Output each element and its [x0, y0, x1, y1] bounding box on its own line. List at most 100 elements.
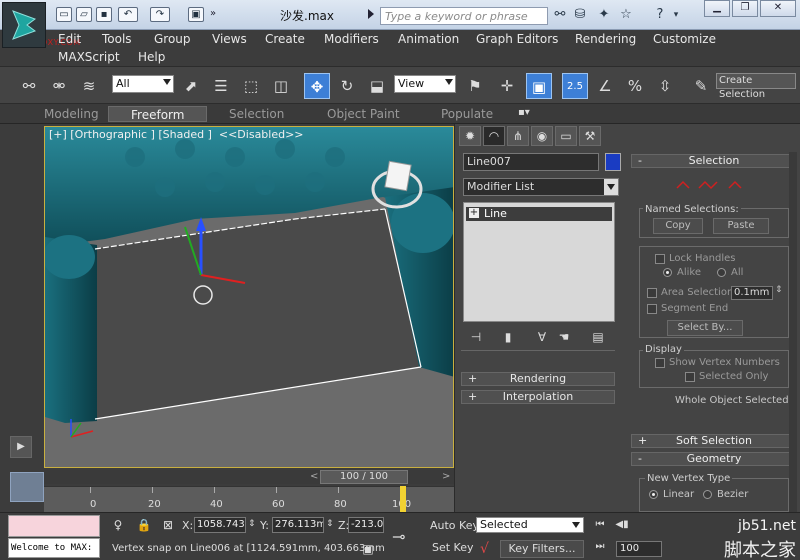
spinner-snap-icon[interactable]: ⇳ [652, 73, 678, 99]
favorites-star-icon[interactable]: ☆ [618, 7, 634, 23]
object-name-field[interactable]: Line007 [463, 153, 599, 171]
area-selection-spinner[interactable]: 0.1mm [731, 286, 773, 300]
pin-stack-icon[interactable]: ⊣ [467, 328, 485, 346]
spinner-arrows-icon[interactable]: ⇕ [775, 285, 783, 295]
slider-prev-icon[interactable]: < [310, 471, 318, 482]
bezier-radio[interactable] [703, 490, 712, 499]
project-folder-icon[interactable]: ▣ [188, 7, 204, 22]
select-by-name-icon[interactable]: ☰ [208, 73, 234, 99]
menu-edit[interactable]: Edit [58, 30, 81, 48]
keyboard-shortcut-toggle-icon[interactable]: ▣ [526, 73, 552, 99]
linear-radio[interactable] [649, 490, 658, 499]
menu-modifiers[interactable]: Modifiers [324, 30, 379, 48]
object-color-swatch[interactable] [605, 153, 621, 171]
menu-tools[interactable]: Tools [102, 30, 132, 48]
auto-key-button[interactable]: Auto Key [430, 517, 479, 535]
percent-snap-icon[interactable]: % [622, 73, 648, 99]
move-icon[interactable]: ✥ [304, 73, 330, 99]
copy-button[interactable]: Copy [653, 218, 703, 234]
create-tab-icon[interactable]: ✹ [459, 126, 481, 146]
modify-tab-icon[interactable]: ◠ [483, 126, 505, 146]
tab-freeform[interactable]: Freeform [108, 106, 208, 122]
create-selection-set-dropdown[interactable]: Create Selection [716, 73, 796, 100]
key-filters-button[interactable]: Key Filters... [500, 540, 584, 558]
z-coord-field[interactable]: -213.06 [348, 517, 384, 533]
undo-icon[interactable]: ↶ [118, 7, 138, 22]
help-dropdown-icon[interactable]: ▾ [668, 7, 684, 23]
menu-create[interactable]: Create [265, 30, 305, 48]
help-icon[interactable]: ? [652, 7, 668, 23]
show-end-result-icon[interactable]: ▮ [499, 328, 517, 346]
segment-end-checkbox[interactable] [647, 304, 657, 314]
remove-modifier-icon[interactable]: ☚ [555, 328, 573, 346]
rollout-selection-header[interactable]: - Selection [631, 154, 797, 168]
selection-filter-dropdown[interactable]: All [112, 75, 174, 93]
hierarchy-tab-icon[interactable]: ⋔ [507, 126, 529, 146]
perspective-viewport[interactable]: [+] [Orthographic ] [Shaded ] <<Disabled… [44, 126, 454, 468]
command-panel-scrollbar[interactable] [789, 152, 797, 512]
modifier-list-dropdown[interactable]: Modifier List [463, 178, 619, 196]
go-to-start-icon[interactable]: ⏮ [592, 517, 608, 533]
menu-views[interactable]: Views [212, 30, 247, 48]
subobject-level-icons[interactable] [673, 178, 749, 192]
selected-only-checkbox[interactable] [685, 372, 695, 382]
set-key-icon[interactable]: ⊸ [392, 527, 405, 546]
reference-coord-dropdown[interactable]: View [394, 75, 456, 93]
menu-rendering[interactable]: Rendering [575, 30, 636, 48]
redo-icon[interactable]: ↷ [150, 7, 170, 22]
rotate-icon[interactable]: ↻ [334, 73, 360, 99]
all-radio[interactable] [717, 268, 726, 277]
search-expand-icon[interactable] [368, 9, 374, 19]
menu-customize[interactable]: Customize [653, 30, 716, 48]
window-crossing-icon[interactable]: ◫ [268, 73, 294, 99]
show-vertex-numbers-checkbox[interactable] [655, 358, 665, 368]
isolate-selection-icon[interactable]: ♀ [110, 517, 126, 533]
maximize-button[interactable]: ❐ [732, 0, 758, 17]
previous-frame-icon[interactable]: ◀▮ [614, 517, 630, 533]
expand-arrow-icon[interactable]: ▶ [10, 436, 32, 458]
maxscript-output[interactable]: Welcome to MAX: [8, 538, 100, 558]
binoculars-icon[interactable]: ⚯ [552, 7, 568, 23]
pivot-center-icon[interactable]: ⚑ [462, 73, 488, 99]
rollout-interpolation[interactable]: + Interpolation [461, 390, 615, 404]
edit-named-selection-icon[interactable]: ✎ [688, 73, 714, 99]
menu-graph-editors[interactable]: Graph Editors [476, 30, 558, 48]
tab-populate[interactable]: Populate [441, 106, 493, 122]
snaps-toggle-icon[interactable]: 2.5 [562, 73, 588, 99]
motion-tab-icon[interactable]: ◉ [531, 126, 553, 146]
scale-icon[interactable]: ⬓ [364, 73, 390, 99]
slider-next-icon[interactable]: > [442, 471, 450, 482]
minimize-button[interactable]: ▁ [704, 0, 730, 17]
set-key-button[interactable]: Set Key [432, 539, 474, 557]
unlink-icon[interactable]: ⚮ [46, 73, 72, 99]
area-selection-checkbox[interactable] [647, 288, 657, 298]
save-file-icon[interactable]: ▪ [96, 7, 112, 22]
bind-spacewarp-icon[interactable]: ≋ [76, 73, 102, 99]
rollout-rendering[interactable]: + Rendering [461, 372, 615, 386]
new-file-icon[interactable]: ▭ [56, 7, 72, 22]
key-mode-dropdown[interactable]: Selected [476, 517, 584, 533]
x-spinner-icon[interactable]: ⇕ [248, 519, 256, 529]
expand-icon[interactable]: » [210, 8, 216, 19]
ribbon-options-icon[interactable]: ▪▾ [518, 107, 530, 118]
angle-snap-icon[interactable]: ∠ [592, 73, 618, 99]
search-input[interactable]: Type a keyword or phrase [380, 7, 548, 25]
communication-icon[interactable]: ✦ [596, 7, 612, 23]
add-time-tag-icon[interactable]: ▣ [360, 541, 376, 557]
next-key-icon[interactable]: ⏭ [592, 539, 608, 555]
menu-group[interactable]: Group [154, 30, 191, 48]
alike-radio[interactable] [663, 268, 672, 277]
app-logo[interactable] [2, 2, 46, 48]
menu-animation[interactable]: Animation [398, 30, 459, 48]
x-coord-field[interactable]: 1058.743m [194, 517, 246, 533]
time-slider-knob[interactable]: 100 / 100 [320, 470, 408, 484]
current-frame-field[interactable]: 100 [616, 541, 662, 557]
subscription-icon[interactable]: ⛁ [572, 7, 588, 23]
menu-maxscript[interactable]: MAXScript [58, 48, 120, 66]
display-tab-icon[interactable]: ▭ [555, 126, 577, 146]
close-button[interactable]: ✕ [760, 0, 796, 17]
mini-curve-editor-toggle[interactable] [10, 472, 44, 502]
absolute-mode-icon[interactable]: ⊠ [160, 517, 176, 533]
modifier-stack[interactable]: Line [463, 202, 615, 322]
select-by-button[interactable]: Select By... [667, 320, 743, 336]
